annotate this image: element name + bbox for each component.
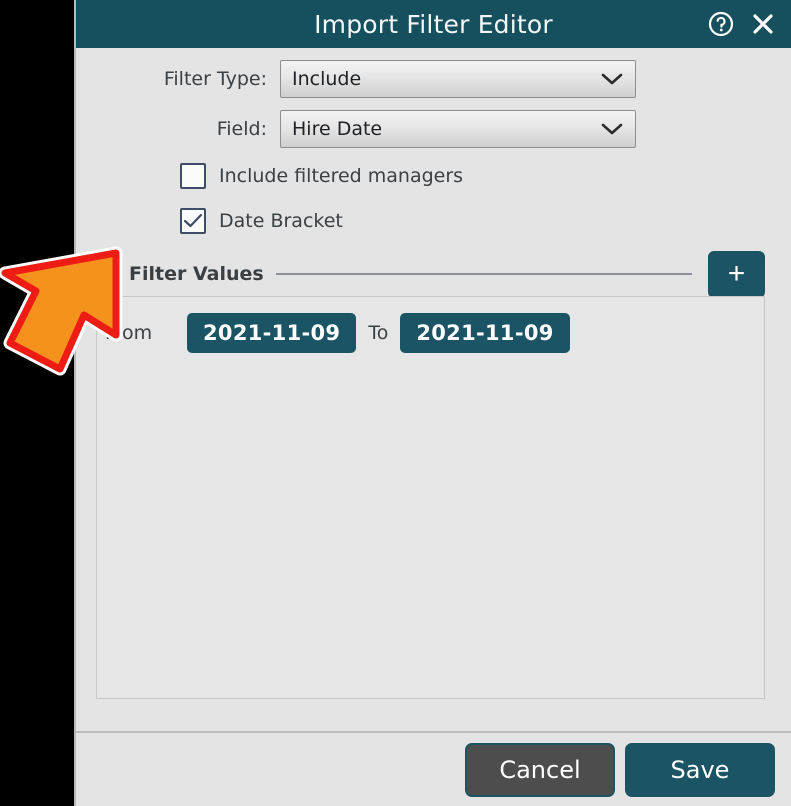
chevron-down-icon: [601, 72, 623, 86]
filter-value-row: From 2021-11-09 To 2021-11-09: [97, 311, 764, 355]
from-label: From: [105, 322, 153, 344]
help-circle-icon[interactable]: [707, 10, 735, 38]
dialog-titlebar: Import Filter Editor: [76, 0, 791, 48]
field-row: Field: Hire Date: [76, 110, 791, 148]
save-button[interactable]: Save: [625, 742, 775, 797]
checkbox-label: Date Bracket: [219, 210, 343, 232]
checkbox-box: [180, 208, 206, 234]
filter-type-select[interactable]: Include: [280, 60, 636, 98]
dialog-body: Filter Type: Include Field: Hire Date In…: [76, 60, 791, 699]
check-icon: [183, 213, 203, 228]
cancel-button[interactable]: Cancel: [465, 742, 615, 797]
screen-root: Import Filter Editor Filter Type: Includ…: [0, 0, 791, 806]
filter-type-label: Filter Type:: [163, 68, 267, 90]
group-dash: [106, 273, 118, 275]
titlebar-actions: [707, 0, 777, 48]
page-title: Import Filter Editor: [314, 9, 553, 39]
filter-values-panel: From 2021-11-09 To 2021-11-09: [96, 296, 765, 699]
checkbox-label: Include filtered managers: [219, 165, 464, 187]
field-value: Hire Date: [292, 118, 383, 140]
plus-icon: +: [727, 257, 746, 290]
dialog-footer: Cancel Save: [76, 731, 791, 806]
filter-type-row: Filter Type: Include: [76, 60, 791, 98]
filter-values-header: Filter Values +: [96, 250, 765, 298]
import-filter-editor-dialog: Import Filter Editor Filter Type: Includ…: [74, 0, 791, 806]
add-filter-value-button[interactable]: +: [708, 250, 765, 298]
close-icon[interactable]: [749, 10, 777, 38]
from-date-button[interactable]: 2021-11-09: [187, 313, 357, 353]
checkbox-box: [180, 163, 206, 189]
include-filtered-managers-checkbox[interactable]: Include filtered managers: [180, 159, 463, 193]
chevron-down-icon: [601, 122, 623, 136]
field-select[interactable]: Hire Date: [280, 110, 636, 148]
field-label: Field:: [216, 118, 267, 140]
group-rule: [275, 273, 692, 275]
to-date-button[interactable]: 2021-11-09: [400, 313, 570, 353]
to-label: To: [368, 322, 389, 344]
filter-values-title: Filter Values: [129, 263, 264, 285]
filter-type-value: Include: [292, 68, 362, 90]
date-bracket-checkbox[interactable]: Date Bracket: [180, 204, 343, 238]
filter-values-group: Filter Values + From 2021-11-09 To 2021-…: [96, 250, 765, 699]
